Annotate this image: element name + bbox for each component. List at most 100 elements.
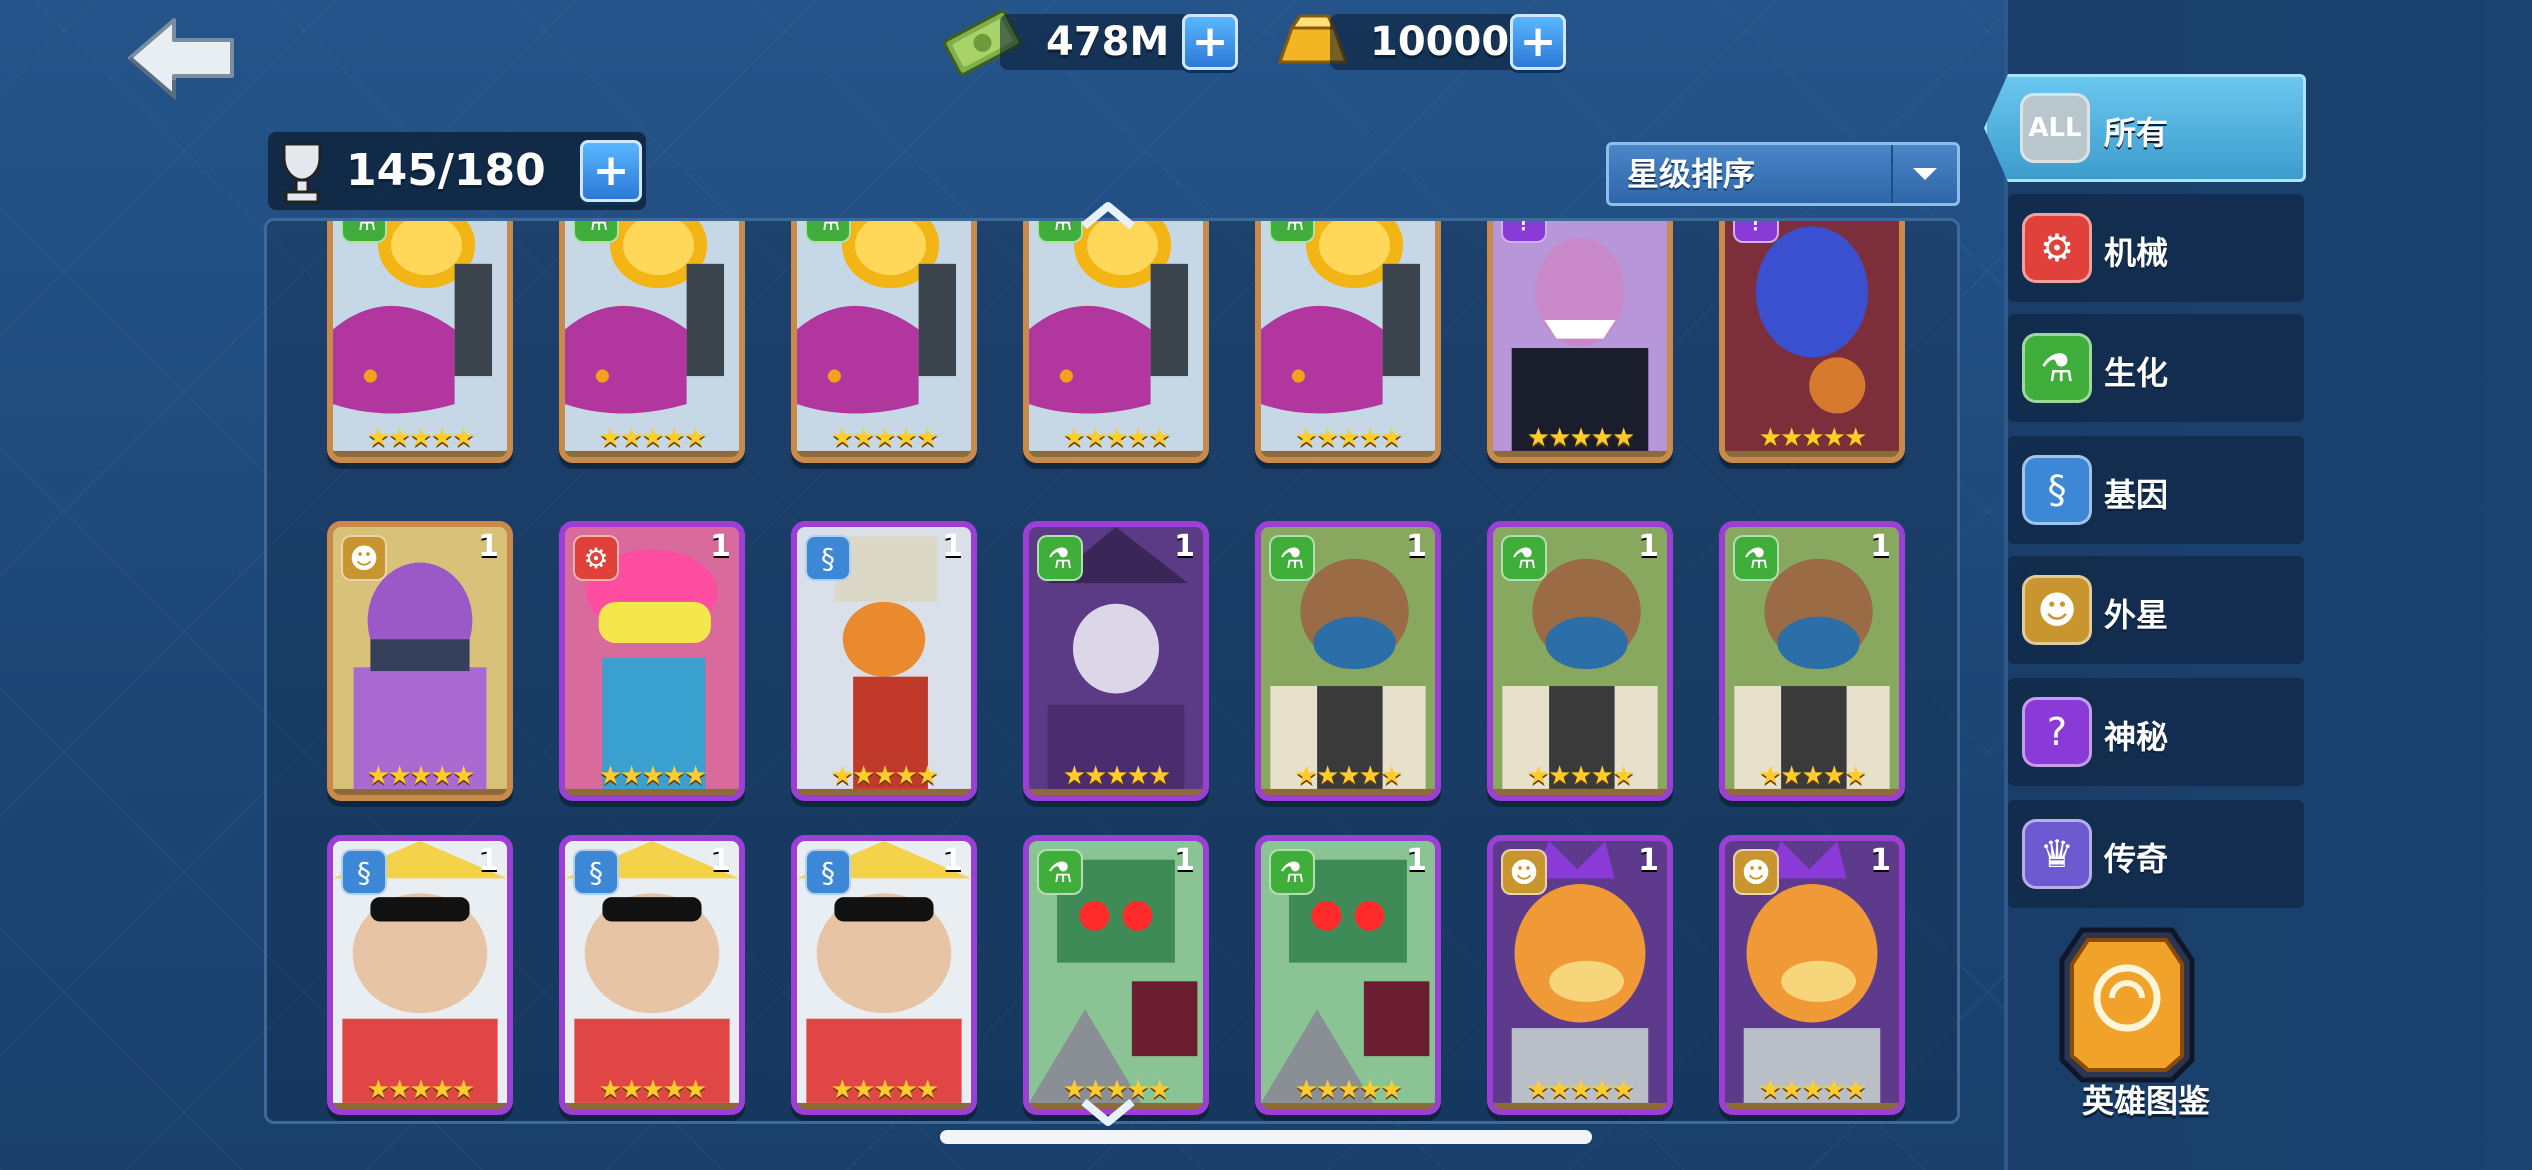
alien-type-icon: ☻ [1501, 849, 1547, 895]
star-rating: ★★★★★ [1758, 1075, 1868, 1105]
hero-card[interactable]: § 1 ★★★★★ [327, 835, 513, 1115]
scroll-down-icon[interactable] [1078, 1098, 1138, 1128]
hero-card[interactable]: § 1 ★★★★★ [559, 835, 745, 1115]
hero-level: 1 [1638, 843, 1659, 878]
bio-type-icon: ⚗ [1037, 535, 1083, 581]
hero-card[interactable]: ⚗1★★★★★ [1255, 835, 1441, 1115]
hero-card[interactable]: § 1 ★★★★★ [791, 835, 977, 1115]
hero-card[interactable]: ⚗1★★★★★ [1255, 521, 1441, 801]
star-rating: ★★★★★ [1294, 423, 1404, 453]
hero-card[interactable]: ⚗ 1 ★★★★★ [1255, 221, 1441, 463]
add-money-button[interactable]: + [1182, 14, 1238, 70]
hero-codex-label[interactable]: 英雄图鉴 [2082, 1076, 2210, 1122]
hero-level: 1 [710, 221, 731, 226]
hero-portrait [1725, 221, 1899, 451]
star-rating: ★★★★★ [598, 423, 708, 453]
mystery-icon: ? [2022, 697, 2092, 767]
star-rating: ★★★★★ [366, 1075, 476, 1105]
hero-card[interactable]: ? 1 ★★★★★ [1487, 221, 1673, 463]
mech-type-icon: ⚙ [573, 535, 619, 581]
all-icon: ALL [2020, 93, 2090, 163]
star-rating: ★★★★★ [1062, 761, 1172, 791]
hero-level: 1 [942, 843, 963, 878]
hero-level: 1 [1174, 843, 1195, 878]
capacity-value: 145/180 [346, 145, 546, 196]
expand-capacity-button[interactable]: + [580, 140, 642, 202]
hero-card[interactable]: ⚗ 1 ★★★★★ [559, 221, 745, 463]
scroll-up-icon[interactable] [1078, 200, 1138, 230]
star-rating: ★★★★★ [598, 1075, 708, 1105]
category-label: 机械 [2104, 234, 2169, 272]
bio-type-icon: ⚗ [1269, 535, 1315, 581]
hero-level: 1 [1870, 843, 1891, 878]
home-indicator[interactable] [940, 1130, 1592, 1144]
back-arrow-icon[interactable] [126, 14, 238, 102]
star-rating: ★★★★★ [366, 761, 476, 791]
star-rating: ★★★★★ [830, 1075, 940, 1105]
hero-level: 1 [1638, 221, 1659, 226]
gene-type-icon: § [805, 849, 851, 895]
hero-grid-panel[interactable]: ⚗ 1 ★★★★★ ⚗ 1 ★★★★★ ⚗ 1 ★★★★★ ⚗ 1 ★★★★★ ⚗ 1 ★★★★★? 1 ★★★… [264, 218, 1960, 1124]
star-rating: ★★★★★ [366, 423, 476, 453]
hero-card[interactable]: ⚙ 1 ★★★★★ [559, 521, 745, 801]
hero-level: 1 [478, 843, 499, 878]
alien-icon: ☻ [2022, 575, 2092, 645]
hero-card[interactable]: ? 1 ★★★★★ [1719, 221, 1905, 463]
star-rating: ★★★★★ [1526, 423, 1636, 453]
hero-codex-icon[interactable] [2052, 920, 2202, 1090]
gene-type-icon: § [805, 535, 851, 581]
bio-type-icon: ⚗ [1269, 221, 1315, 243]
gene-type-icon: § [341, 849, 387, 895]
dna-icon: § [2022, 455, 2092, 525]
bio-type-icon: ⚗ [341, 221, 387, 243]
hero-card[interactable]: ⚗1★★★★★ [1487, 521, 1673, 801]
hero-card[interactable]: ☻ 1 ★★★★★ [1719, 835, 1905, 1115]
chevron-down-icon [1891, 145, 1957, 203]
hero-card[interactable]: ⚗ 1 ★★★★★ [327, 221, 513, 463]
hero-card[interactable]: § 1 ★★★★★ [791, 521, 977, 801]
sort-dropdown[interactable]: 星级排序 [1606, 142, 1960, 206]
hero-level: 1 [942, 529, 963, 564]
hero-card[interactable]: ⚗1★★★★★ [791, 221, 977, 463]
hero-level: 1 [1174, 529, 1195, 564]
hero-level: 1 [1406, 529, 1427, 564]
hero-card[interactable]: ⚗1★★★★★ [1719, 521, 1905, 801]
bio-type-icon: ⚗ [1269, 849, 1315, 895]
star-rating: ★★★★★ [1526, 761, 1636, 791]
star-rating: ★★★★★ [1294, 1075, 1404, 1105]
star-rating: ★★★★★ [598, 761, 708, 791]
hero-card[interactable]: ⚗ 1 ★★★★★ [1023, 521, 1209, 801]
add-gold-button[interactable]: + [1510, 14, 1566, 70]
hero-card[interactable]: ☻ 1 ★★★★★ [327, 521, 513, 801]
star-rating: ★★★★★ [1758, 423, 1868, 453]
hero-level: 1 [1406, 221, 1427, 226]
myst-type-icon: ? [1501, 221, 1547, 243]
hero-level: 1 [478, 221, 499, 226]
hero-card[interactable]: ⚗1★★★★★ [1023, 835, 1209, 1115]
hero-portrait [565, 221, 739, 451]
bio-type-icon: ⚗ [1733, 535, 1779, 581]
trophy-icon [282, 142, 322, 204]
hero-portrait [1029, 221, 1203, 451]
sort-label: 星级排序 [1627, 155, 1756, 193]
bio-type-icon: ⚗ [573, 221, 619, 243]
bio-type-icon: ⚗ [1501, 535, 1547, 581]
hero-level: 1 [710, 843, 731, 878]
category-label: 基因 [2104, 476, 2169, 514]
gene-type-icon: § [573, 849, 619, 895]
category-label: 外星 [2104, 596, 2169, 634]
hero-portrait [1493, 221, 1667, 451]
hero-level: 1 [942, 221, 963, 226]
legend-icon: ♛ [2022, 819, 2092, 889]
hero-level: 1 [478, 529, 499, 564]
star-rating: ★★★★★ [830, 761, 940, 791]
hero-card[interactable]: ☻ 1 ★★★★★ [1487, 835, 1673, 1115]
bio-type-icon: ⚗ [805, 221, 851, 243]
hero-portrait [1261, 221, 1435, 451]
bio-flask-icon: ⚗ [2022, 333, 2092, 403]
all-icon-text: ALL [2028, 113, 2082, 143]
category-label: 所有 [2104, 114, 2169, 152]
star-rating: ★★★★★ [1526, 1075, 1636, 1105]
category-label: 传奇 [2104, 840, 2169, 878]
hero-card[interactable]: ⚗1★★★★★ [1023, 221, 1209, 463]
